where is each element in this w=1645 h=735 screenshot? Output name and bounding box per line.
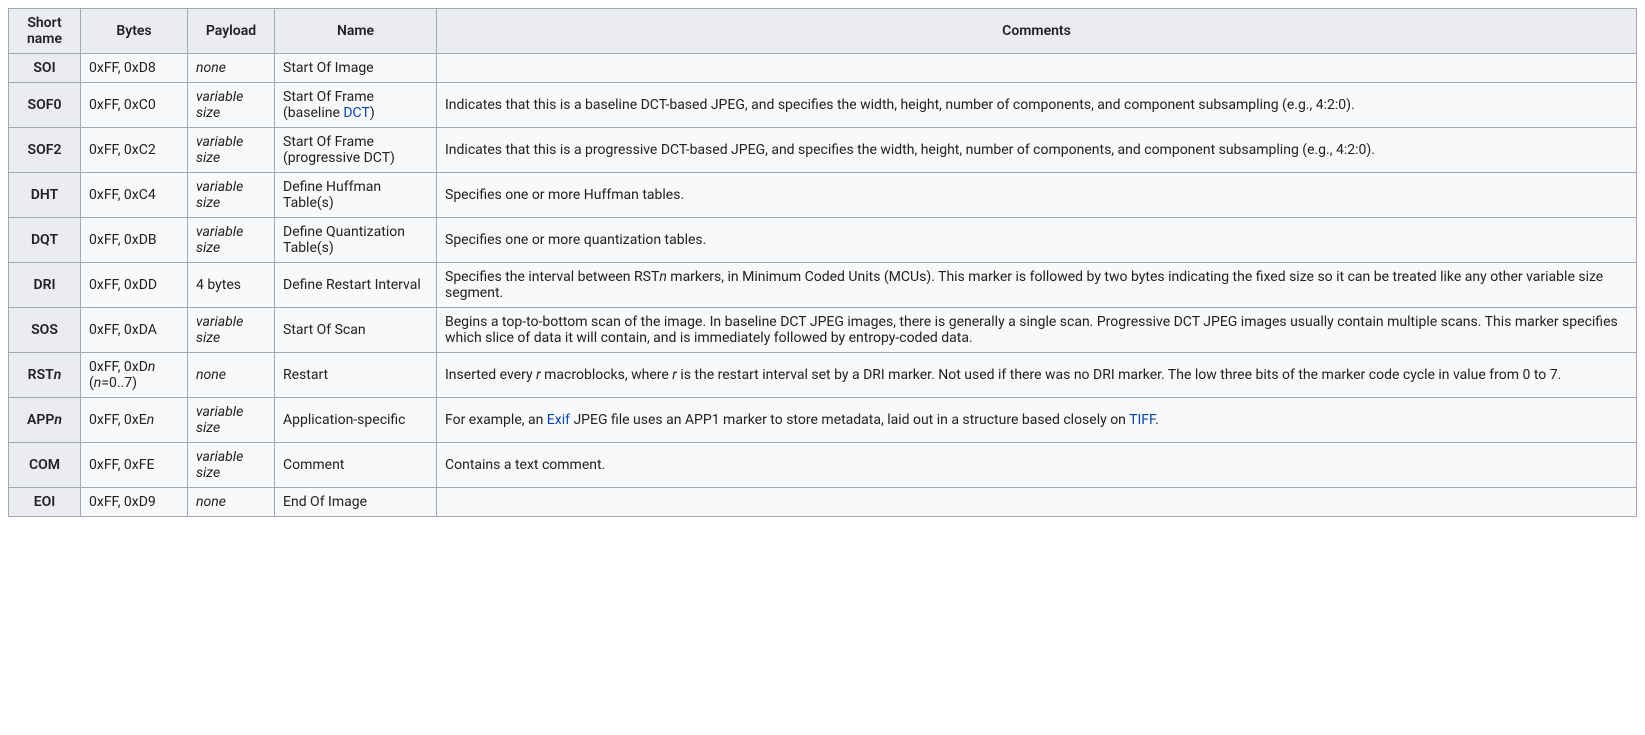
cell-name: Application-specific bbox=[275, 398, 437, 443]
col-name: Name bbox=[275, 9, 437, 54]
cell-comments: Specifies the interval between RSTn mark… bbox=[437, 263, 1637, 308]
cell-payload: none bbox=[188, 54, 275, 83]
table-body: SOI0xFF, 0xD8noneStart Of ImageSOF00xFF,… bbox=[9, 54, 1637, 517]
cell-payload: none bbox=[188, 353, 275, 398]
cell-comments: For example, an Exif JPEG file uses an A… bbox=[437, 398, 1637, 443]
col-comments: Comments bbox=[437, 9, 1637, 54]
cell-short-name: SOF0 bbox=[9, 83, 81, 128]
cell-name: Define Quantization Table(s) bbox=[275, 218, 437, 263]
col-bytes: Bytes bbox=[81, 9, 188, 54]
table-row: SOI0xFF, 0xD8noneStart Of Image bbox=[9, 54, 1637, 83]
col-short-name: Short name bbox=[9, 9, 81, 54]
table-row: DHT0xFF, 0xC4variable sizeDefine Huffman… bbox=[9, 173, 1637, 218]
cell-short-name: COM bbox=[9, 443, 81, 488]
cell-bytes: 0xFF, 0xDD bbox=[81, 263, 188, 308]
cell-name: Start Of Image bbox=[275, 54, 437, 83]
cell-short-name: SOF2 bbox=[9, 128, 81, 173]
cell-short-name: DHT bbox=[9, 173, 81, 218]
cell-name: Define Huffman Table(s) bbox=[275, 173, 437, 218]
header-row: Short name Bytes Payload Name Comments bbox=[9, 9, 1637, 54]
cell-bytes: 0xFF, 0xFE bbox=[81, 443, 188, 488]
cell-payload: variable size bbox=[188, 443, 275, 488]
cell-bytes: 0xFF, 0xD8 bbox=[81, 54, 188, 83]
cell-comments bbox=[437, 54, 1637, 83]
cell-payload: variable size bbox=[188, 308, 275, 353]
cell-short-name: RSTn bbox=[9, 353, 81, 398]
cell-name: Start Of Frame (progressive DCT) bbox=[275, 128, 437, 173]
cell-payload: variable size bbox=[188, 398, 275, 443]
cell-name: Define Restart Interval bbox=[275, 263, 437, 308]
cell-bytes: 0xFF, 0xC2 bbox=[81, 128, 188, 173]
cell-bytes: 0xFF, 0xEn bbox=[81, 398, 188, 443]
cell-payload: none bbox=[188, 488, 275, 517]
cell-bytes: 0xFF, 0xDB bbox=[81, 218, 188, 263]
cell-name: End Of Image bbox=[275, 488, 437, 517]
cell-name: Start Of Frame (baseline DCT) bbox=[275, 83, 437, 128]
cell-name: Start Of Scan bbox=[275, 308, 437, 353]
cell-comments: Begins a top-to-bottom scan of the image… bbox=[437, 308, 1637, 353]
cell-payload: variable size bbox=[188, 218, 275, 263]
cell-comments: Inserted every r macroblocks, where r is… bbox=[437, 353, 1637, 398]
table-row: DQT0xFF, 0xDBvariable sizeDefine Quantiz… bbox=[9, 218, 1637, 263]
table-row: SOF00xFF, 0xC0variable sizeStart Of Fram… bbox=[9, 83, 1637, 128]
jpeg-markers-table: Short name Bytes Payload Name Comments S… bbox=[8, 8, 1637, 517]
table-row: SOS0xFF, 0xDAvariable sizeStart Of ScanB… bbox=[9, 308, 1637, 353]
cell-short-name: APPn bbox=[9, 398, 81, 443]
cell-short-name: EOI bbox=[9, 488, 81, 517]
cell-comments bbox=[437, 488, 1637, 517]
cell-bytes: 0xFF, 0xC4 bbox=[81, 173, 188, 218]
cell-bytes: 0xFF, 0xDn (n=0..7) bbox=[81, 353, 188, 398]
cell-payload: variable size bbox=[188, 83, 275, 128]
cell-comments: Specifies one or more Huffman tables. bbox=[437, 173, 1637, 218]
cell-bytes: 0xFF, 0xDA bbox=[81, 308, 188, 353]
table-row: SOF20xFF, 0xC2variable sizeStart Of Fram… bbox=[9, 128, 1637, 173]
cell-comments: Specifies one or more quantization table… bbox=[437, 218, 1637, 263]
table-row: APPn0xFF, 0xEnvariable sizeApplication-s… bbox=[9, 398, 1637, 443]
table-row: COM0xFF, 0xFEvariable sizeCommentContain… bbox=[9, 443, 1637, 488]
cell-bytes: 0xFF, 0xD9 bbox=[81, 488, 188, 517]
cell-payload: 4 bytes bbox=[188, 263, 275, 308]
cell-short-name: SOS bbox=[9, 308, 81, 353]
cell-name: Restart bbox=[275, 353, 437, 398]
cell-bytes: 0xFF, 0xC0 bbox=[81, 83, 188, 128]
cell-name: Comment bbox=[275, 443, 437, 488]
table-row: EOI0xFF, 0xD9noneEnd Of Image bbox=[9, 488, 1637, 517]
cell-payload: variable size bbox=[188, 173, 275, 218]
col-payload: Payload bbox=[188, 9, 275, 54]
cell-short-name: DRI bbox=[9, 263, 81, 308]
cell-comments: Indicates that this is a baseline DCT-ba… bbox=[437, 83, 1637, 128]
table-row: RSTn0xFF, 0xDn (n=0..7)noneRestartInsert… bbox=[9, 353, 1637, 398]
cell-comments: Indicates that this is a progressive DCT… bbox=[437, 128, 1637, 173]
cell-short-name: DQT bbox=[9, 218, 81, 263]
cell-payload: variable size bbox=[188, 128, 275, 173]
table-row: DRI0xFF, 0xDD4 bytesDefine Restart Inter… bbox=[9, 263, 1637, 308]
cell-comments: Contains a text comment. bbox=[437, 443, 1637, 488]
cell-short-name: SOI bbox=[9, 54, 81, 83]
